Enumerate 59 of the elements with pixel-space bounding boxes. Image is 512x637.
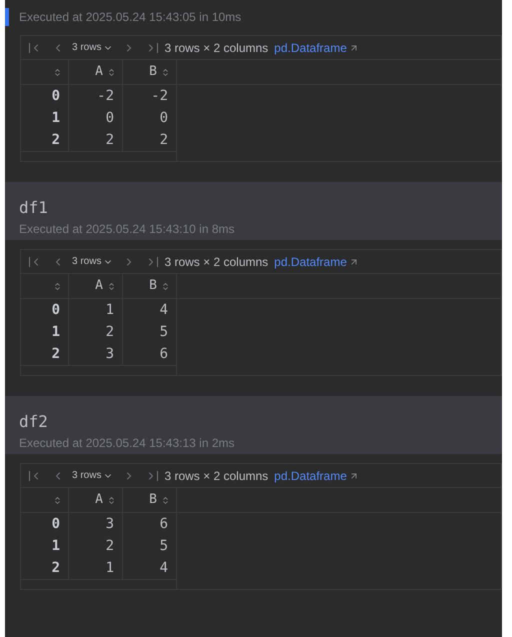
- external-link-icon: [348, 42, 359, 52]
- table-cell: 6: [123, 343, 177, 365]
- page-size-dropdown[interactable]: 3 rows: [72, 468, 114, 483]
- row-index-cell: 2: [21, 129, 69, 151]
- external-link-icon: [348, 470, 359, 480]
- dataframe-link[interactable]: pd.Dataframe: [274, 466, 359, 484]
- table-cell: 5: [123, 535, 177, 557]
- external-link-icon: [348, 256, 359, 266]
- sort-icon: [107, 496, 116, 504]
- table-cell: 4: [123, 557, 177, 579]
- execution-info: Executed at 2025.05.24 15:43:05 in 10ms: [5, 8, 502, 26]
- dataframe-link[interactable]: pd.Dataframe: [274, 38, 359, 56]
- table-cell: 6: [123, 513, 177, 535]
- column-header[interactable]: B: [123, 274, 177, 298]
- table-cell: 3: [69, 513, 123, 535]
- dataframe-link[interactable]: pd.Dataframe: [274, 252, 359, 270]
- table-cell: 5: [123, 321, 177, 343]
- sort-icon: [107, 68, 116, 76]
- sort-icon: [53, 282, 62, 290]
- table-cell: 0: [69, 107, 123, 129]
- execution-info: Executed at 2025.05.24 15:43:13 in 2ms: [19, 435, 236, 452]
- table-cell: 2: [69, 321, 123, 343]
- table-cell: -2: [123, 85, 177, 107]
- sort-icon: [107, 282, 116, 290]
- column-header[interactable]: A: [69, 60, 123, 84]
- column-header[interactable]: B: [123, 488, 177, 512]
- table-cell: 1: [69, 557, 123, 579]
- table-summary: 3 rows × 2 columns: [164, 40, 268, 56]
- execution-info: Executed at 2025.05.24 15:43:10 in 8ms: [19, 221, 236, 238]
- table-cell: 3: [69, 343, 123, 365]
- row-index-cell: 2: [21, 343, 69, 365]
- sort-icon: [161, 282, 170, 290]
- cell-title: df2: [19, 411, 49, 433]
- sort-icon: [53, 496, 62, 504]
- page-size-dropdown[interactable]: 3 rows: [72, 254, 114, 269]
- page-size-dropdown[interactable]: 3 rows: [72, 40, 114, 55]
- column-header[interactable]: A: [69, 274, 123, 298]
- row-index-cell: 2: [21, 557, 69, 579]
- row-index-cell: 0: [21, 85, 69, 107]
- table-summary: 3 rows × 2 columns: [164, 468, 268, 484]
- row-index-cell: 1: [21, 107, 69, 129]
- sort-icon: [161, 496, 170, 504]
- table-cell: 0: [123, 107, 177, 129]
- table-cell: 1: [69, 299, 123, 321]
- sort-icon: [53, 68, 62, 76]
- table-cell: 4: [123, 299, 177, 321]
- row-index-cell: 0: [21, 299, 69, 321]
- row-index-cell: 0: [21, 513, 69, 535]
- table-cell: -2: [69, 85, 123, 107]
- sort-icon: [161, 68, 170, 76]
- table-cell: 2: [69, 129, 123, 151]
- column-header[interactable]: A: [69, 488, 123, 512]
- table-cell: 2: [123, 129, 177, 151]
- cell-title: df1: [19, 197, 49, 219]
- table-cell: 2: [69, 535, 123, 557]
- table-summary: 3 rows × 2 columns: [164, 254, 268, 270]
- row-index-cell: 1: [21, 535, 69, 557]
- row-index-cell: 1: [21, 321, 69, 343]
- column-header[interactable]: B: [123, 60, 177, 84]
